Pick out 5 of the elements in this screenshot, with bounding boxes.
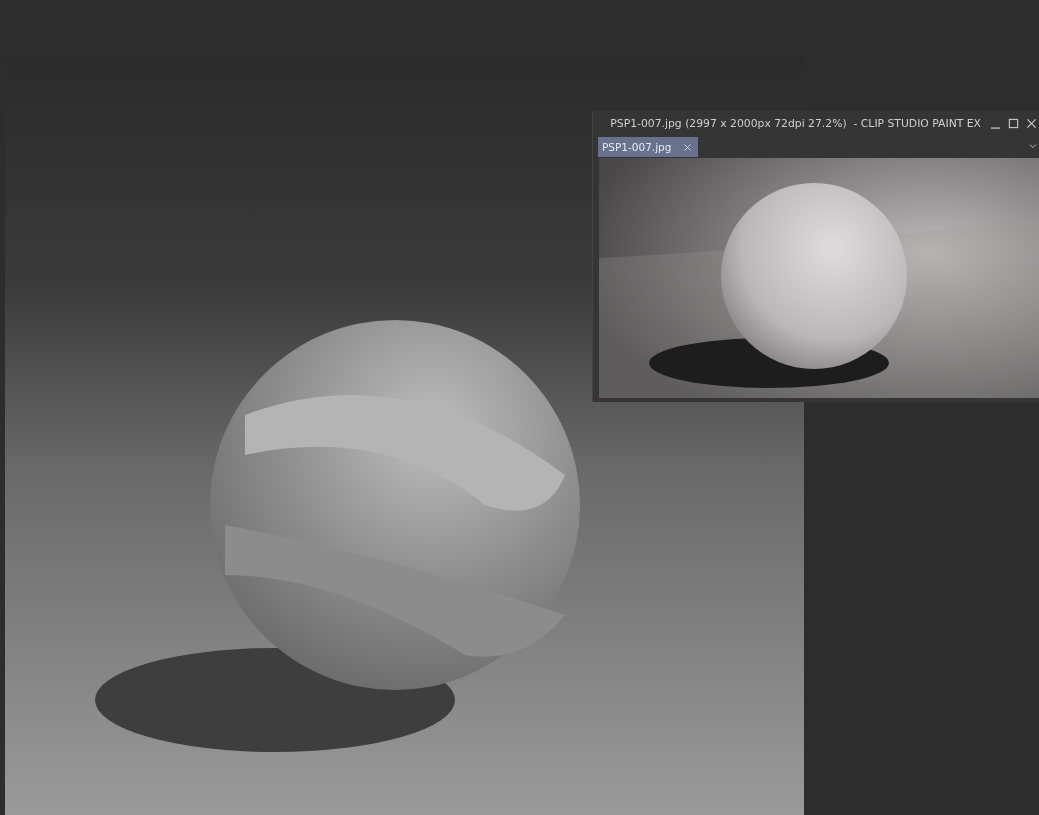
document-tab[interactable]: PSP1-007.jpg (598, 137, 698, 157)
chevron-down-icon[interactable] (1029, 143, 1037, 149)
maximize-icon[interactable] (1008, 117, 1019, 129)
close-icon[interactable] (1026, 117, 1037, 129)
window-title: PSP1-007.jpg (2997 x 2000px 72dpi 27.2%) - CLIP STUDIO PAINT EX (610, 116, 981, 130)
